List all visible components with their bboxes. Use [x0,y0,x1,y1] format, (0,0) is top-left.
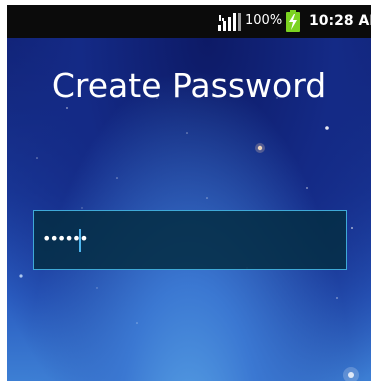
phone-screen: 100% 10:28 AM [7,5,371,381]
password-input[interactable]: •••••• [33,210,347,270]
text-cursor [79,229,81,252]
starfield-wallpaper: Create Password •••••• [7,38,371,381]
battery-charging-icon [286,10,300,32]
signal-strength-icon [218,13,241,31]
status-bar: 100% 10:28 AM [7,5,371,38]
status-clock: 10:28 AM [309,13,371,29]
page-title: Create Password [51,66,327,105]
battery-percent: 100% [245,13,283,28]
